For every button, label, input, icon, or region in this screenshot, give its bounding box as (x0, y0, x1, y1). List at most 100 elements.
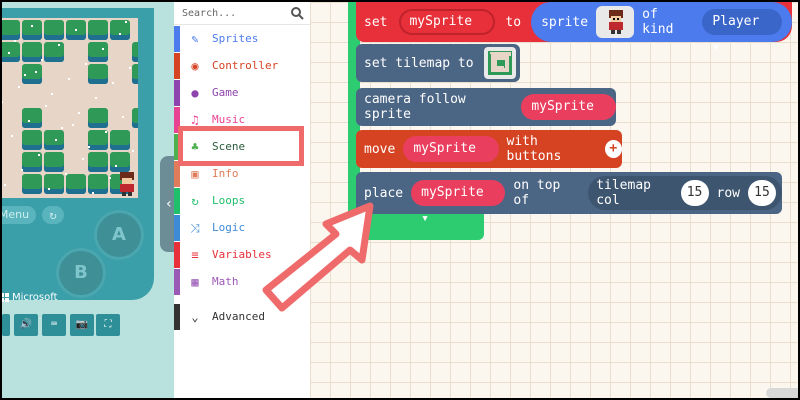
toolbox-category-sprites[interactable]: ✎ Sprites (174, 26, 310, 52)
place-on-tilemap-block[interactable]: place mySprite ▾ on top of tilemap col 1… (356, 172, 782, 226)
wall-tile (132, 42, 138, 62)
floor-speck (14, 40, 16, 42)
expand-plus-icon[interactable]: + (604, 140, 622, 158)
floor-speck (51, 93, 53, 95)
screenshot-frame: Menu ↻ A B Microsoft 🔊 ⌨ 📷 ⛶ ‹ ✎Sprites◉… (0, 0, 800, 400)
floor-speck (88, 146, 90, 148)
pointer-arrow-icon (262, 202, 374, 312)
floor-speck (41, 59, 43, 61)
floor-speck (65, 173, 67, 175)
horizontal-scrollbar[interactable] (766, 388, 798, 398)
wall-tile (22, 42, 42, 62)
floor-speck (129, 67, 131, 69)
wall-tile (110, 130, 130, 150)
fullscreen-icon[interactable]: ⛶ (96, 314, 120, 336)
place-variable-pill[interactable]: mySprite ▾ (411, 180, 506, 226)
game-console: Menu ↻ A B Microsoft (2, 8, 154, 303)
category-color-bar (174, 53, 180, 79)
col-number-input[interactable]: 15 (680, 180, 709, 206)
floor-speck (115, 165, 117, 167)
tilemap-location-block[interactable]: tilemap col 15 row 15 (588, 176, 782, 210)
category-label: Loops (212, 194, 246, 207)
wall-tile (22, 20, 42, 40)
restart-icon[interactable]: ↻ (42, 206, 64, 224)
wall-tile (88, 130, 108, 150)
floor-speck (4, 184, 6, 186)
with-buttons-label: with buttons (506, 134, 562, 164)
logic-icon: ⤨ (190, 221, 200, 235)
floor-speck (61, 127, 63, 129)
tilemap-image-icon[interactable] (483, 47, 516, 79)
player-sprite-icon (120, 172, 134, 196)
game-screen[interactable] (2, 18, 138, 198)
on-top-of-label: on top of (513, 178, 561, 208)
move-variable-pill[interactable]: mySprite ▾ (403, 136, 499, 182)
wall-tile (44, 20, 64, 40)
set-tilemap-block[interactable]: set tilemap to (356, 44, 520, 82)
category-color-bar (174, 215, 180, 241)
math-icon: ▦ (191, 275, 199, 289)
search-icon[interactable] (290, 6, 304, 20)
variable-dropdown[interactable]: mySprite ▾ (399, 9, 496, 55)
move-variable-name: mySprite (413, 141, 476, 156)
game-icon: ● (191, 86, 199, 100)
mute-icon[interactable]: 🔊 (14, 314, 38, 336)
wall-tile (88, 42, 108, 62)
wall-tile (132, 64, 138, 84)
toolbox-category-controller[interactable]: ◉ Controller (174, 53, 310, 79)
sprite-image-icon[interactable] (596, 6, 635, 38)
create-sprite-block[interactable]: sprite of kind Player ▾ (531, 2, 792, 55)
wall-tile (44, 152, 64, 172)
keyboard-icon[interactable]: ⌨ (42, 314, 66, 336)
b-button[interactable]: B (56, 248, 106, 298)
to-keyword: to (505, 14, 522, 30)
wall-tile (44, 42, 64, 62)
row-label: row (716, 185, 740, 201)
row-number-input[interactable]: 15 (748, 180, 776, 206)
microsoft-label: Microsoft (12, 292, 58, 303)
sprite-keyword: sprite (541, 14, 589, 30)
sprites-icon: ✎ (191, 32, 199, 46)
stop-button[interactable] (2, 314, 10, 336)
category-label: Controller (212, 59, 279, 72)
floor-speck (72, 124, 74, 126)
wall-tile (88, 20, 108, 40)
menu-button[interactable]: Menu (2, 206, 36, 224)
wall-tile (2, 42, 20, 62)
windows-icon (2, 293, 9, 302)
kind-dropdown[interactable]: Player ▾ (702, 9, 783, 55)
wall-tile (110, 152, 130, 172)
toolbox-category-game[interactable]: ● Game (174, 80, 310, 106)
kind-value: Player (712, 14, 760, 29)
a-button[interactable]: A (94, 210, 144, 260)
camera-icon[interactable]: 📷 (70, 314, 94, 336)
floor-speck (24, 74, 26, 76)
toolbox-search (174, 2, 310, 25)
wall-tile (22, 108, 42, 128)
floor-speck (95, 97, 97, 99)
variable-name: mySprite (409, 14, 473, 29)
camera-follow-block[interactable]: camera follow sprite mySprite ▾ (356, 88, 616, 140)
floor-speck (8, 52, 10, 54)
wall-tile (22, 174, 42, 194)
floor-speck (78, 112, 80, 114)
floor-speck (82, 158, 84, 160)
camera-variable-pill[interactable]: mySprite ▾ (521, 94, 616, 140)
set-sprite-block[interactable]: set mySprite ▾ to sprite of kind Player … (356, 2, 792, 55)
move-with-buttons-block[interactable]: move mySprite ▾ with buttons + (356, 130, 622, 182)
variables-icon: ≡ (191, 248, 199, 262)
search-input[interactable] (182, 5, 282, 21)
loops-icon: ↻ (191, 194, 199, 208)
floor-speck (105, 131, 107, 133)
controller-icon: ◉ (191, 59, 199, 73)
wall-tile (88, 152, 108, 172)
wall-tile (22, 130, 42, 150)
category-color-bar (174, 304, 180, 330)
wall-tile (2, 20, 20, 40)
set-tilemap-label: set tilemap to (364, 55, 474, 71)
floor-speck (112, 82, 114, 84)
tilemap-col-label: tilemap col (596, 178, 651, 208)
category-label: Logic (212, 221, 246, 234)
wall-tile (66, 174, 86, 194)
chevron-down-icon: ⌄ (191, 310, 199, 324)
